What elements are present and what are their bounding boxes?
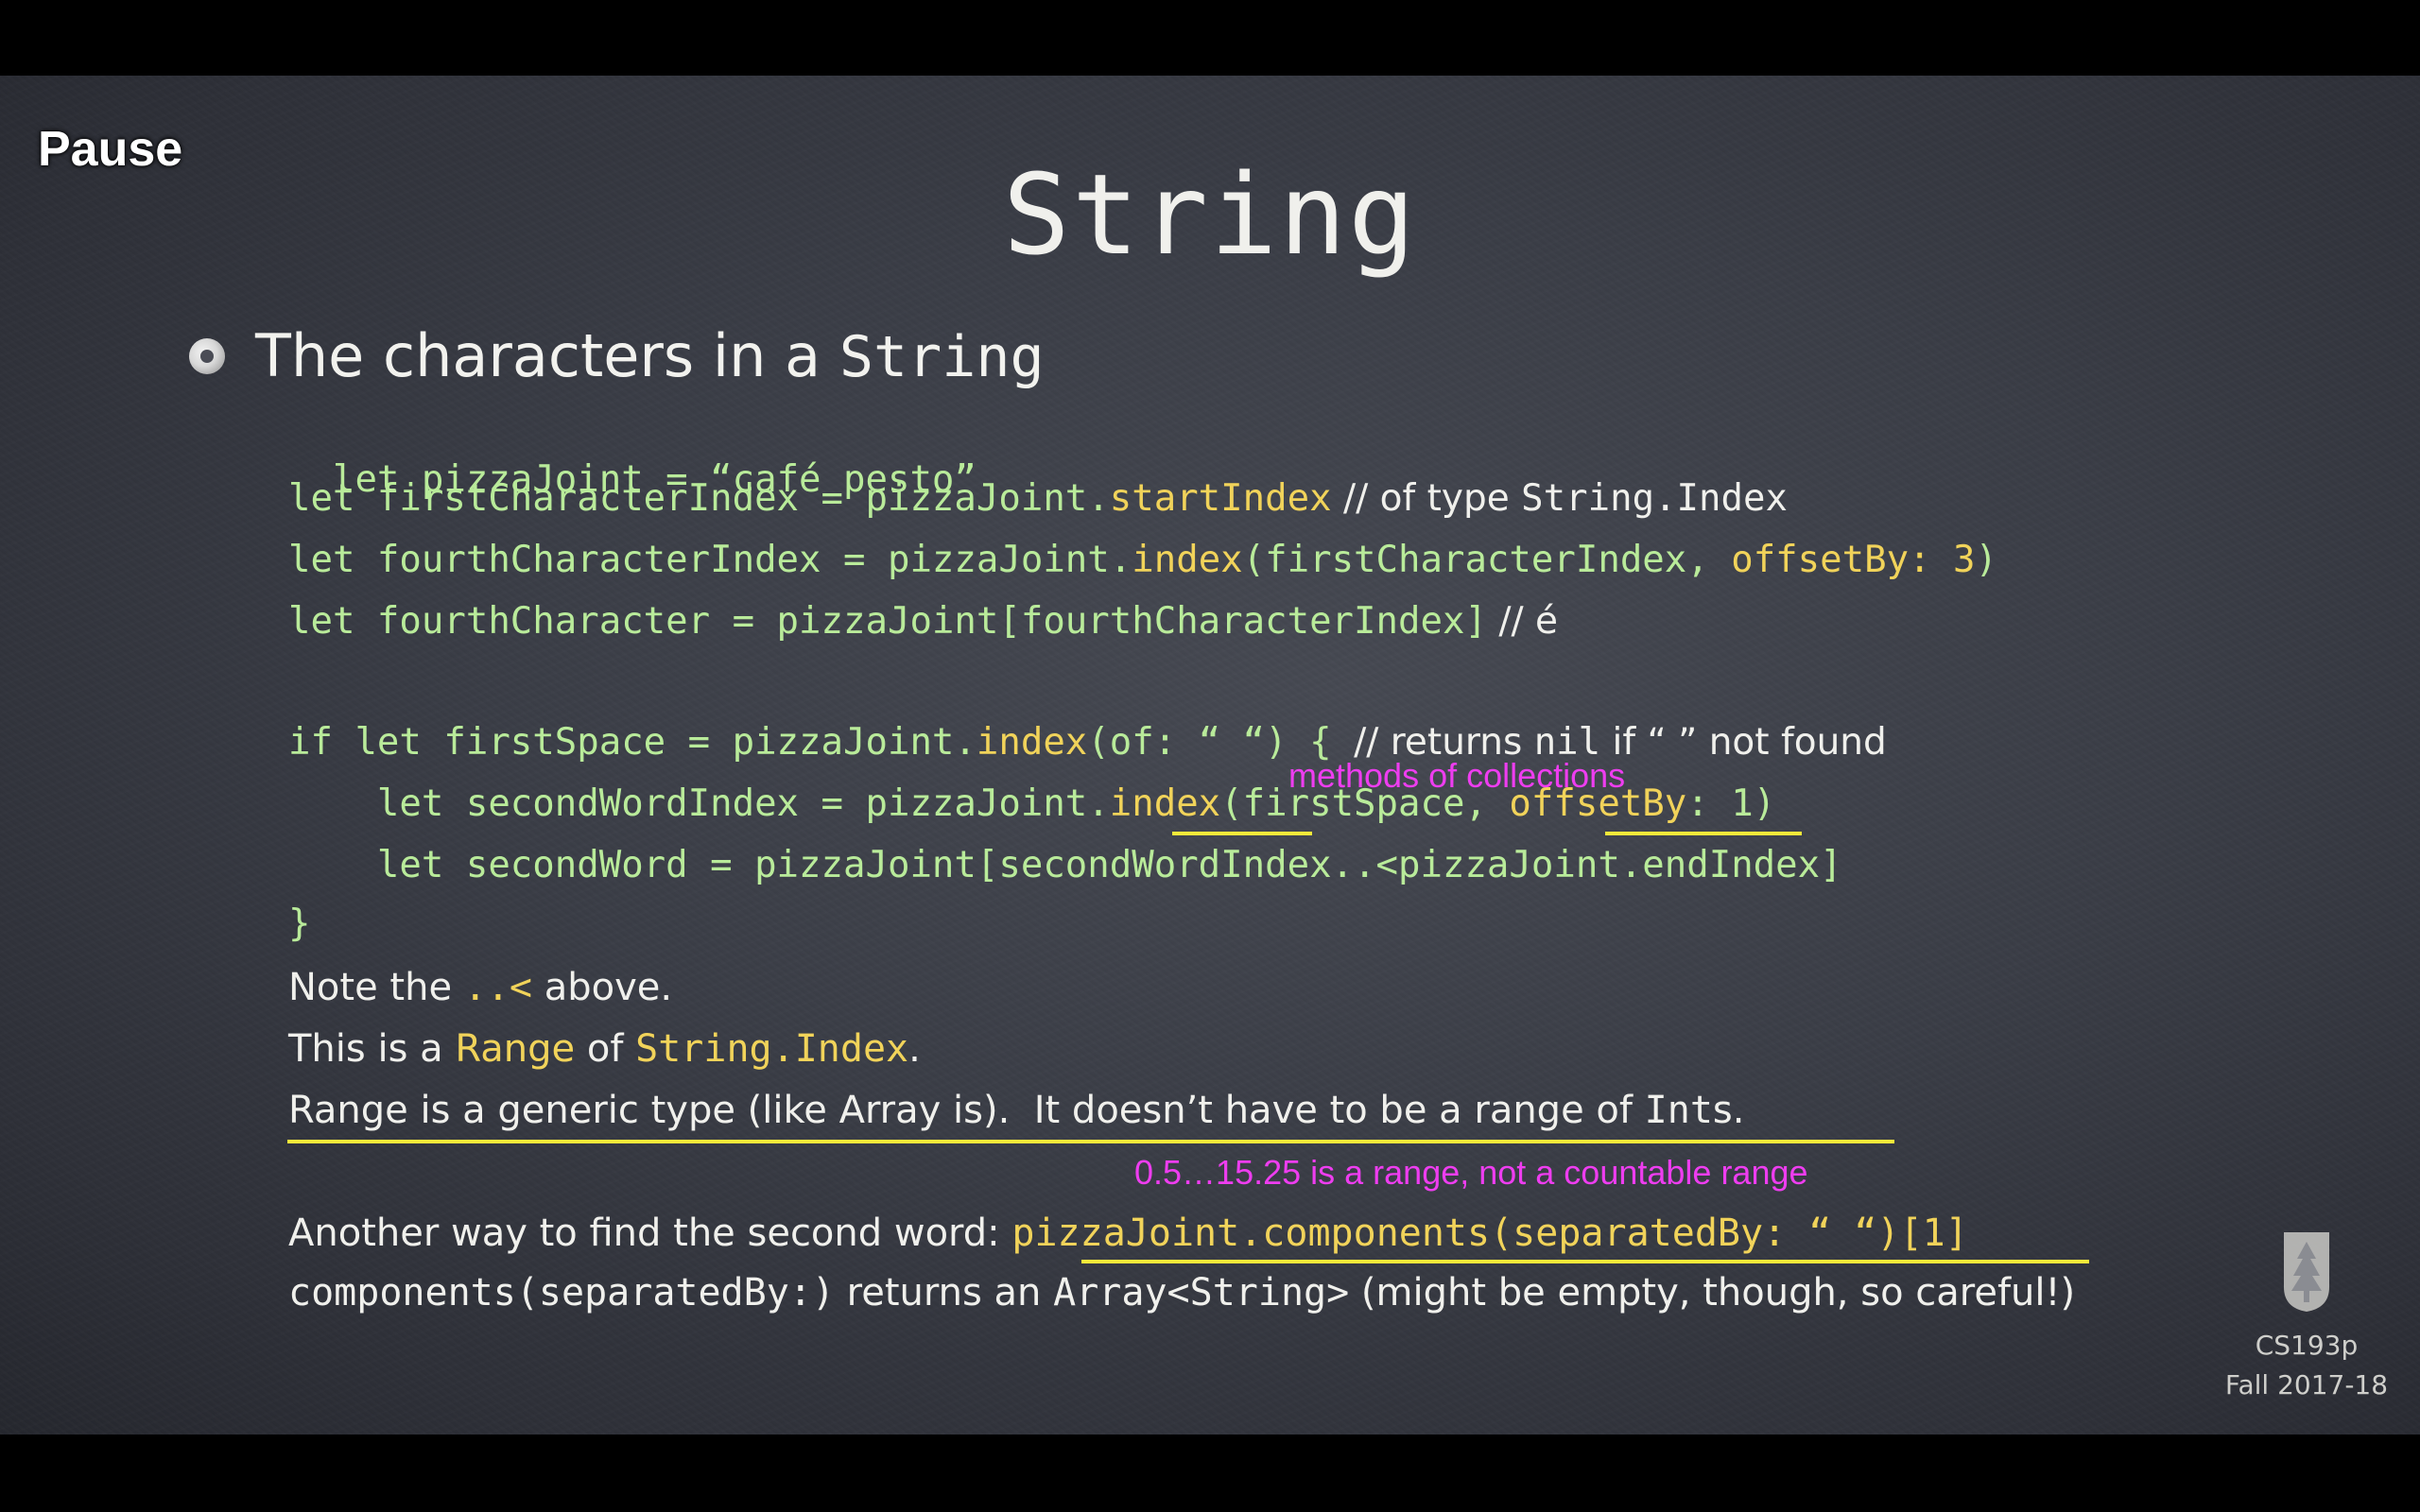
prose-code: components(separatedBy:) bbox=[288, 1271, 835, 1314]
underline-index bbox=[1172, 832, 1312, 835]
prose-text: . bbox=[908, 1027, 921, 1071]
underline-components bbox=[1081, 1260, 2089, 1263]
code-keyword: index bbox=[1132, 539, 1243, 581]
prose-text: This is a bbox=[288, 1027, 456, 1071]
prose-text: above. bbox=[532, 966, 673, 1009]
prose-code: pizzaJoint.components(separatedBy: “ “)[… bbox=[1011, 1211, 1968, 1255]
prose-code: String.Index bbox=[635, 1027, 909, 1071]
annotation-methods-of-collections: methods of collections bbox=[1288, 756, 1626, 795]
code-text: let firstCharacterIndex = pizzaJoint. bbox=[288, 477, 1110, 520]
code-keyword: offsetBy: 3 bbox=[1731, 539, 1976, 581]
prose-code: Array<String> bbox=[1053, 1271, 1350, 1314]
code-text: ) bbox=[1975, 539, 1997, 581]
prose-line-5: components(separatedBy:) returns an Arra… bbox=[288, 1271, 2075, 1314]
bullet-heading: The characters in a String bbox=[189, 321, 1045, 390]
stanford-tree-icon bbox=[2284, 1232, 2329, 1312]
code-text: if let firstSpace = pizzaJoint. bbox=[288, 721, 977, 764]
code-keyword: index bbox=[976, 721, 1088, 764]
prose-text: (might be empty, though, so careful!) bbox=[1349, 1271, 2076, 1314]
prose-text: of bbox=[575, 1027, 636, 1071]
underline-range-sentence bbox=[287, 1140, 1894, 1143]
prose-text: returns an bbox=[834, 1271, 1054, 1314]
prose-line-1: Note the ..< above. bbox=[288, 966, 672, 1009]
bullet-text: The characters in a bbox=[255, 321, 839, 390]
code-line-7: let secondWord = pizzaJoint[secondWordIn… bbox=[288, 844, 1842, 886]
code-text: let secondWord = pizzaJoint[secondWordIn… bbox=[288, 844, 1842, 886]
code-line-4: let fourthCharacter = pizzaJoint[fourthC… bbox=[288, 600, 1558, 643]
prose-highlight: Range bbox=[455, 1027, 576, 1071]
course-code: CS193p bbox=[2255, 1330, 2359, 1361]
code-text: let fourthCharacterIndex = pizzaJoint. bbox=[288, 539, 1132, 581]
code-text: let fourthCharacter = pizzaJoint[fourthC… bbox=[288, 600, 1487, 643]
code-comment: if “ ” not found bbox=[1600, 721, 1887, 764]
code-text: : 1) bbox=[1686, 782, 1776, 825]
prose-line-2: This is a Range of String.Index. bbox=[288, 1027, 921, 1071]
prose-code: ..< bbox=[463, 966, 533, 1009]
prose-text: Note the bbox=[288, 966, 464, 1009]
prose-text: s. bbox=[1712, 1089, 1745, 1132]
code-text: (firstCharacterIndex, bbox=[1242, 539, 1732, 581]
bullet-icon bbox=[189, 337, 225, 374]
code-comment: // é bbox=[1486, 600, 1558, 643]
bottom-letterbox bbox=[0, 1435, 2420, 1512]
prose-text: Range is a generic type (like Array is).… bbox=[288, 1089, 1645, 1132]
code-text: } bbox=[288, 902, 311, 945]
slide-title: String bbox=[1002, 149, 1418, 280]
code-line-3: let fourthCharacterIndex = pizzaJoint.in… bbox=[288, 539, 1997, 581]
code-comment: // of type bbox=[1331, 477, 1522, 520]
prose-line-3: Range is a generic type (like Array is).… bbox=[288, 1089, 1744, 1132]
code-line-8: } bbox=[288, 902, 310, 945]
prose-code: Int bbox=[1644, 1089, 1713, 1132]
code-text: let secondWordIndex = pizzaJoint. bbox=[288, 782, 1110, 825]
code-line-2: let firstCharacterIndex = pizzaJoint.sta… bbox=[288, 477, 1788, 520]
course-logo: CS193p Fall 2017-18 bbox=[2221, 1228, 2392, 1405]
code-line-5: if let firstSpace = pizzaJoint.index(of:… bbox=[288, 721, 1887, 764]
prose-line-4: Another way to find the second word: piz… bbox=[288, 1211, 1968, 1255]
underline-offsetby bbox=[1605, 832, 1802, 835]
top-letterbox bbox=[0, 0, 2420, 76]
code-keyword: index bbox=[1109, 782, 1221, 825]
course-term: Fall 2017-18 bbox=[2224, 1369, 2389, 1400]
prose-text: Another way to find the second word: bbox=[288, 1211, 1012, 1255]
annotation-range-note: 0.5…15.25 is a range, not a countable ra… bbox=[1134, 1153, 1808, 1192]
code-keyword: startIndex bbox=[1109, 477, 1332, 520]
code-type: String.Index bbox=[1521, 477, 1788, 520]
bullet-text-mono: String bbox=[838, 324, 1045, 390]
